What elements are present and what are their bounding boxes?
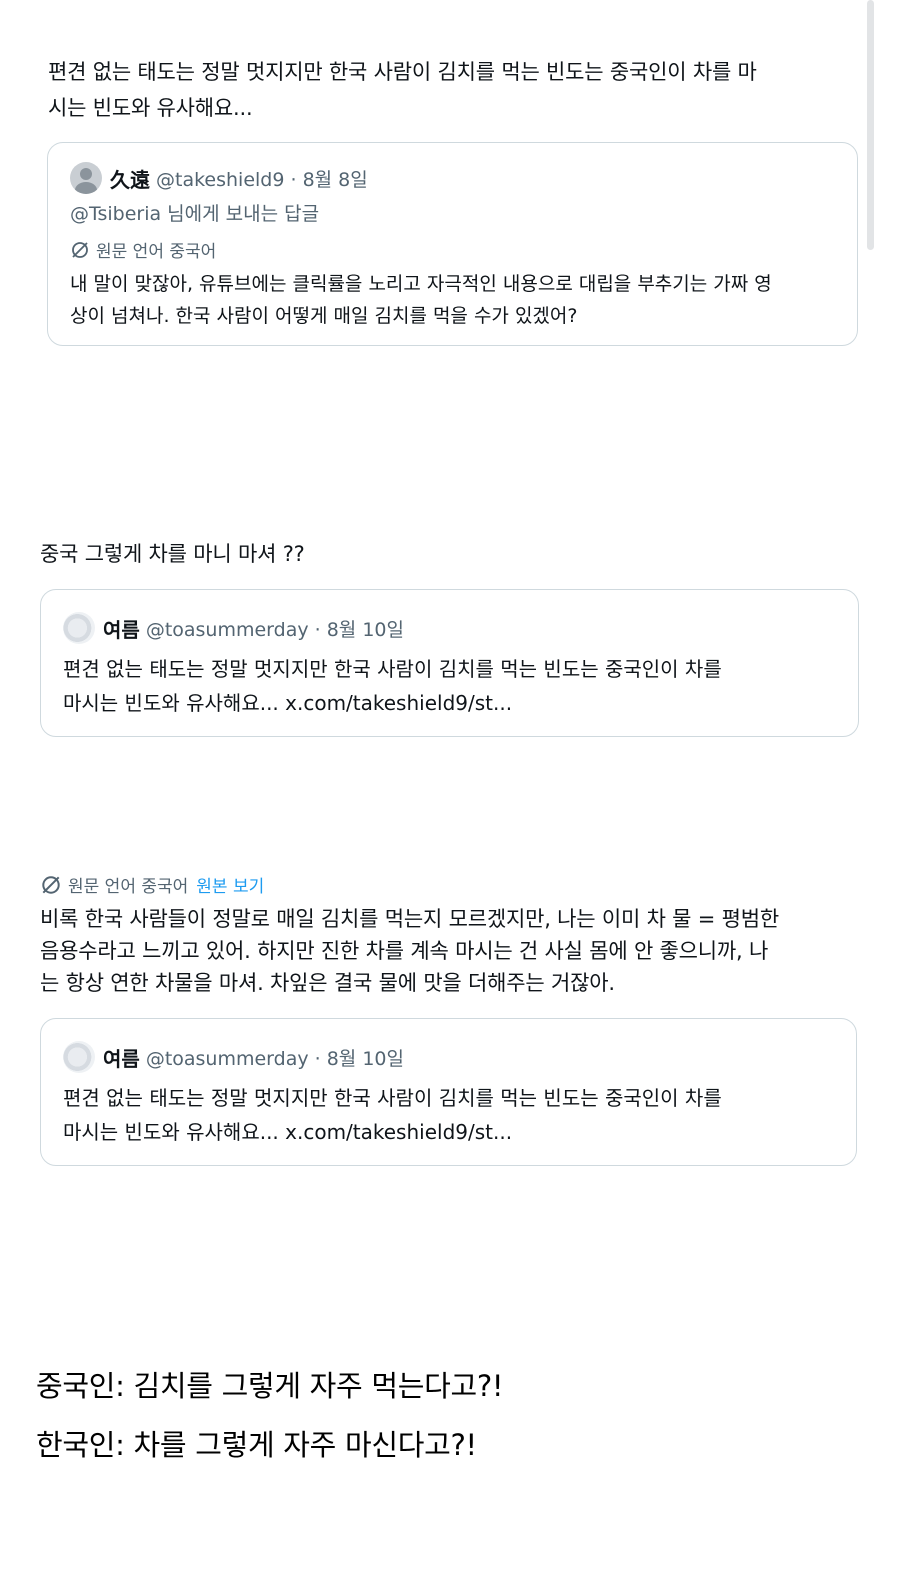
post-2-text: 중국 그렇게 차를 마니 마셔 ??: [40, 542, 305, 566]
translate-icon: [42, 875, 60, 894]
show-original-link[interactable]: 원본 보기: [196, 872, 264, 897]
quoted-tweet-header: 여름 @toasummerday · 8월 10일: [63, 612, 404, 644]
translation-label: 원문 언어 중국어: [68, 877, 189, 897]
translation-notice: 원문 언어 중국어: [70, 237, 216, 262]
avatar[interactable]: [63, 1041, 95, 1073]
quoted-tweet-header: 여름 @toasummerday · 8월 10일: [63, 1041, 404, 1073]
reply-to-label[interactable]: @Tsiberia 님에게 보내는 답글: [70, 199, 319, 229]
quoted-tweet-card[interactable]: 여름 @toasummerday · 8월 10일 편견 없는 태도는 정말 멋…: [40, 1018, 857, 1166]
author-handle-date[interactable]: @toasummerday · 8월 10일: [146, 1044, 404, 1071]
caption-line-2: 한국인: 차를 그렇게 자주 마신다고?!: [36, 1428, 477, 1462]
translate-icon: [72, 241, 88, 258]
translation-notice: 원문 언어 중국어 원본 보기: [40, 872, 264, 897]
quoted-text-line-2: 마시는 빈도와 유사해요... x.com/takeshield9/st...: [63, 1120, 513, 1144]
avatar[interactable]: [63, 612, 95, 644]
scrollbar[interactable]: [867, 0, 874, 250]
quoted-tweet-card[interactable]: 여름 @toasummerday · 8월 10일 편견 없는 태도는 정말 멋…: [40, 589, 859, 737]
author-handle-date[interactable]: @toasummerday · 8월 10일: [146, 615, 404, 642]
post-3-text-line-1: 비록 한국 사람들이 정말로 매일 김치를 먹는지 모르겠지만, 나는 이미 차…: [40, 907, 780, 931]
quoted-tweet-card[interactable]: 久遠 @takeshield9 · 8월 8일 @Tsiberia 님에게 보내…: [47, 142, 858, 346]
author-name[interactable]: 여름: [103, 1043, 140, 1072]
quoted-text-line-2: 상이 넘쳐나. 한국 사람이 어떻게 매일 김치를 먹을 수가 있겠어?: [70, 305, 578, 327]
author-name[interactable]: 여름: [103, 614, 140, 643]
quoted-tweet-header: 久遠 @takeshield9 · 8월 8일: [70, 162, 368, 194]
translation-label: 원문 언어 중국어: [96, 242, 217, 262]
quoted-text-line-2: 마시는 빈도와 유사해요... x.com/takeshield9/st...: [63, 691, 513, 715]
post-1-text-line-2: 시는 빈도와 유사해요...: [48, 96, 253, 120]
post-1-text-line-1: 편견 없는 태도는 정말 멋지지만 한국 사람이 김치를 먹는 빈도는 중국인이…: [48, 60, 757, 84]
caption-line-1: 중국인: 김치를 그렇게 자주 먹는다고?!: [36, 1369, 504, 1403]
quoted-text-line-1: 내 말이 맞잖아, 유튜브에는 클릭률을 노리고 자극적인 내용으로 대립을 부…: [70, 273, 772, 295]
quoted-text-line-1: 편견 없는 태도는 정말 멋지지만 한국 사람이 김치를 먹는 빈도는 중국인이…: [63, 1086, 722, 1110]
post-3-text-line-3: 는 항상 연한 차물을 마셔. 차잎은 결국 물에 맛을 더해주는 거잖아.: [40, 971, 615, 995]
author-handle-date[interactable]: @takeshield9 · 8월 8일: [156, 165, 368, 192]
avatar[interactable]: [70, 162, 102, 194]
post-3-text-line-2: 음용수라고 느끼고 있어. 하지만 진한 차를 계속 마시는 건 사실 몸에 안…: [40, 939, 769, 963]
quoted-text-line-1: 편견 없는 태도는 정말 멋지지만 한국 사람이 김치를 먹는 빈도는 중국인이…: [63, 657, 722, 681]
author-name[interactable]: 久遠: [110, 164, 150, 193]
